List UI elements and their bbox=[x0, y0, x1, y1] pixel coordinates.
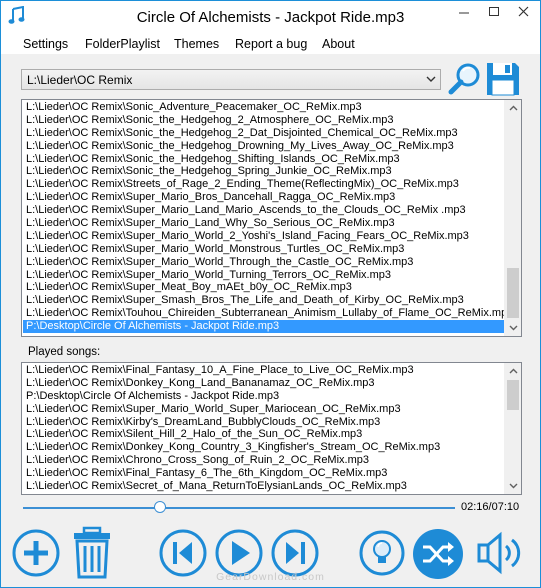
seek-thumb[interactable] bbox=[153, 501, 166, 513]
maximize-icon bbox=[489, 7, 499, 16]
lightbulb-icon bbox=[359, 530, 405, 576]
minimize-icon bbox=[459, 12, 469, 14]
floppy-disk-icon bbox=[487, 63, 519, 96]
search-button[interactable] bbox=[448, 62, 482, 96]
list-item[interactable]: L:\Lieder\OC Remix\Sonic_Adventure_Peace… bbox=[23, 101, 504, 114]
playlist-scrollbar[interactable] bbox=[504, 100, 521, 336]
list-item[interactable]: L:\Lieder\OC Remix\Sonic_the_Hedgehog_Sh… bbox=[23, 153, 504, 166]
list-item[interactable]: L:\Lieder\OC Remix\Silent_Hill_2_Halo_of… bbox=[23, 428, 504, 441]
list-item[interactable]: L:\Lieder\OC Remix\Streets_of_Rage_2_End… bbox=[23, 178, 504, 191]
played-scrollbar[interactable] bbox=[504, 363, 521, 494]
chevron-down-icon bbox=[509, 483, 518, 489]
maximize-button[interactable] bbox=[479, 1, 509, 23]
add-icon bbox=[12, 529, 60, 577]
minimize-button[interactable] bbox=[449, 1, 479, 23]
playlist-listbox[interactable]: L:\Lieder\OC Remix\Sonic_Adventure_Peace… bbox=[21, 99, 522, 337]
save-playlist-button[interactable] bbox=[485, 61, 521, 97]
scroll-up-button[interactable] bbox=[505, 100, 521, 116]
list-item[interactable]: L:\Lieder\OC Remix\Secret_of_Mana_Return… bbox=[23, 480, 504, 493]
list-item[interactable]: L:\Lieder\OC Remix\Sonic_the_Hedgehog_Sp… bbox=[23, 165, 504, 178]
list-item[interactable]: L:\Lieder\OC Remix\Super_Mario_World_Mon… bbox=[23, 243, 504, 256]
menu-folder-playlist[interactable]: FolderPlaylist bbox=[85, 37, 160, 51]
app-window: Circle Of Alchemists - Jackpot Ride.mp3 … bbox=[0, 0, 541, 588]
menu-about[interactable]: About bbox=[322, 37, 355, 51]
list-item[interactable]: L:\Lieder\OC Remix\Super_Mario_Bros_Danc… bbox=[23, 191, 504, 204]
menu-bar: Settings FolderPlaylist Themes Report a … bbox=[1, 32, 540, 54]
played-songs-label: Played songs: bbox=[28, 346, 101, 358]
folder-select-value: L:\Lieder\OC Remix bbox=[27, 73, 133, 87]
played-songs-rows: L:\Lieder\OC Remix\Final_Fantasy_10_A_Fi… bbox=[23, 364, 504, 493]
list-item[interactable]: L:\Lieder\OC Remix\Donkey_Kong_Country_3… bbox=[23, 441, 504, 454]
search-icon bbox=[448, 63, 480, 95]
volume-icon bbox=[477, 531, 521, 575]
list-item[interactable]: L:\Lieder\OC Remix\Super_Mario_World_2_Y… bbox=[23, 230, 504, 243]
list-item[interactable]: L:\Lieder\OC Remix\Donkey_Kong_Land_Bana… bbox=[23, 377, 504, 390]
menu-themes[interactable]: Themes bbox=[174, 37, 219, 51]
list-item[interactable]: P:\Desktop\Circle Of Alchemists - Jackpo… bbox=[23, 390, 504, 403]
scroll-down-button[interactable] bbox=[505, 320, 521, 336]
scroll-down-button[interactable] bbox=[505, 478, 521, 494]
played-scroll-thumb[interactable] bbox=[507, 380, 519, 410]
close-icon bbox=[518, 6, 529, 17]
previous-icon bbox=[159, 529, 207, 577]
list-item[interactable]: L:\Lieder\OC Remix\Chrono_Cross_Song_of_… bbox=[23, 454, 504, 467]
list-item[interactable]: L:\Lieder\OC Remix\Super_Meat_Boy_mAEt_b… bbox=[23, 281, 504, 294]
list-item[interactable]: L:\Lieder\OC Remix\Super_Smash_Bros_The_… bbox=[23, 294, 504, 307]
seek-track[interactable] bbox=[23, 507, 455, 509]
chevron-down-icon bbox=[509, 325, 518, 331]
title-bar[interactable]: Circle Of Alchemists - Jackpot Ride.mp3 bbox=[1, 1, 540, 32]
scroll-up-button[interactable] bbox=[505, 363, 521, 379]
close-button[interactable] bbox=[509, 1, 539, 23]
list-item[interactable]: L:\Lieder\OC Remix\Sonic_the_Hedgehog_Dr… bbox=[23, 140, 504, 153]
trash-icon bbox=[74, 526, 110, 579]
folder-select[interactable]: L:\Lieder\OC Remix bbox=[21, 69, 441, 90]
chevron-up-icon bbox=[509, 368, 518, 374]
list-item[interactable]: L:\Lieder\OC Remix\Final_Fantasy_6_The_6… bbox=[23, 467, 504, 480]
time-display: 02:16/07:10 bbox=[461, 501, 520, 513]
chevron-down-icon bbox=[426, 76, 436, 82]
menu-report-bug[interactable]: Report a bug bbox=[235, 37, 307, 51]
list-item[interactable]: L:\Lieder\OC Remix\Super_Mario_World_Tur… bbox=[23, 269, 504, 282]
list-item[interactable]: L:\Lieder\OC Remix\Kirby's_DreamLand_Bub… bbox=[23, 416, 504, 429]
play-icon bbox=[215, 529, 263, 577]
next-icon bbox=[271, 529, 319, 577]
played-songs-listbox[interactable]: L:\Lieder\OC Remix\Final_Fantasy_10_A_Fi… bbox=[21, 362, 522, 495]
list-item[interactable]: L:\Lieder\OC Remix\Final_Fantasy_10_A_Fi… bbox=[23, 364, 504, 377]
list-item[interactable]: L:\Lieder\OC Remix\Sonic_the_Hedgehog_2_… bbox=[23, 114, 504, 127]
chevron-up-icon bbox=[509, 105, 518, 111]
list-item[interactable]: L:\Lieder\OC Remix\Sonic_the_Hedgehog_2_… bbox=[23, 127, 504, 140]
list-item[interactable]: L:\Lieder\OC Remix\Super_Mario_World_Sup… bbox=[23, 403, 504, 416]
list-item[interactable]: L:\Lieder\OC Remix\Super_Mario_Land_Why_… bbox=[23, 217, 504, 230]
playlist-scroll-thumb[interactable] bbox=[507, 268, 519, 318]
menu-settings[interactable]: Settings bbox=[23, 37, 68, 51]
list-item[interactable]: L:\Lieder\OC Remix\Super_Mario_World_Thr… bbox=[23, 256, 504, 269]
playlist-rows: L:\Lieder\OC Remix\Sonic_Adventure_Peace… bbox=[23, 101, 504, 335]
watermark: GearDownload.com bbox=[216, 571, 325, 583]
list-item[interactable]: L:\Lieder\OC Remix\Super_Mario_Land_Mari… bbox=[23, 204, 504, 217]
list-item[interactable]: P:\Desktop\Circle Of Alchemists - Jackpo… bbox=[23, 320, 504, 334]
list-item[interactable]: L:\Lieder\OC Remix\Touhou_Chireiden_Subt… bbox=[23, 307, 504, 320]
